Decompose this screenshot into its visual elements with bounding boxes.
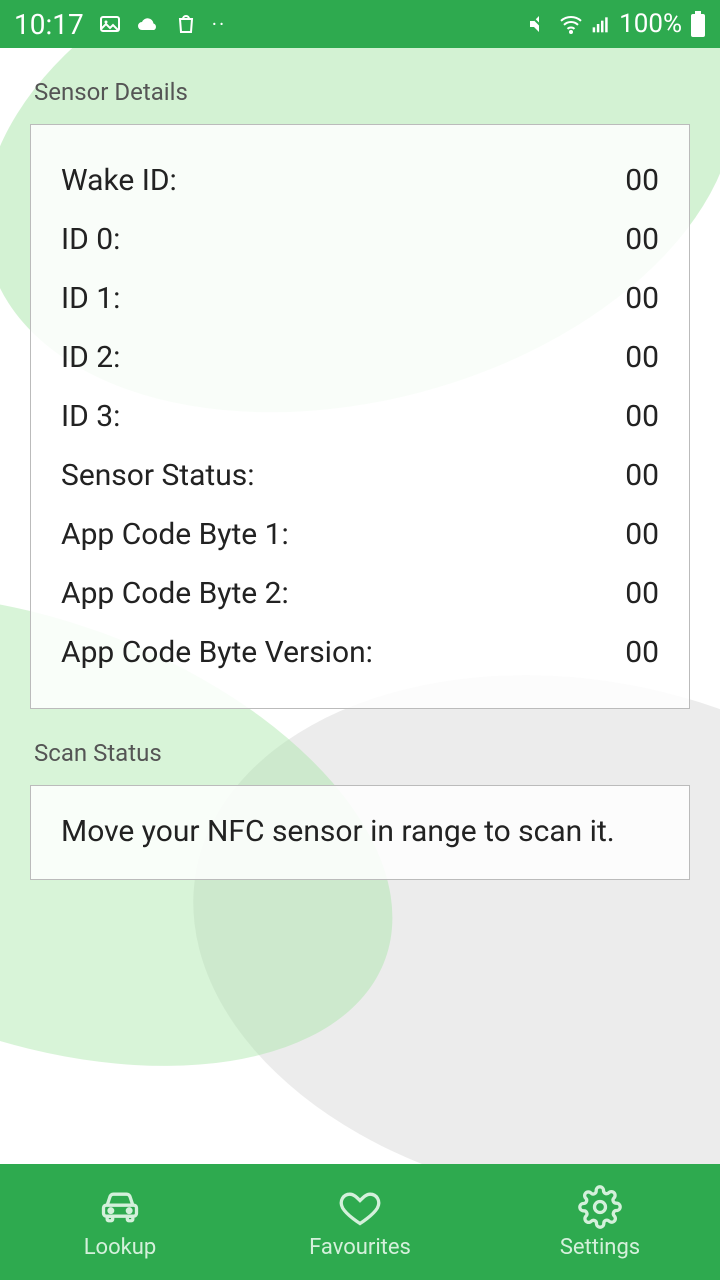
nav-favourites-label: Favourites xyxy=(309,1235,411,1260)
detail-row: Sensor Status: 00 xyxy=(61,446,659,505)
detail-row: ID 2: 00 xyxy=(61,328,659,387)
status-time: 10:17 xyxy=(14,8,84,41)
more-icon: ·· xyxy=(212,12,226,36)
detail-row: ID 1: 00 xyxy=(61,269,659,328)
picture-icon xyxy=(98,12,122,36)
nav-lookup[interactable]: Lookup xyxy=(0,1164,240,1280)
detail-row: App Code Byte 2: 00 xyxy=(61,564,659,623)
nav-settings-label: Settings xyxy=(560,1235,640,1260)
detail-row: App Code Byte 1: 00 xyxy=(61,505,659,564)
nav-favourites[interactable]: Favourites xyxy=(240,1164,480,1280)
detail-label: Wake ID: xyxy=(61,163,177,198)
detail-value: 00 xyxy=(625,517,659,552)
detail-label: App Code Byte 1: xyxy=(61,517,289,552)
detail-label: Sensor Status: xyxy=(61,458,255,493)
detail-value: 00 xyxy=(625,635,659,670)
detail-label: ID 2: xyxy=(61,340,120,375)
scan-status-card: Move your NFC sensor in range to scan it… xyxy=(30,785,690,880)
detail-value: 00 xyxy=(625,340,659,375)
detail-value: 00 xyxy=(625,576,659,611)
detail-label: ID 3: xyxy=(61,399,120,434)
battery-text: 100% xyxy=(619,9,682,39)
detail-label: App Code Byte Version: xyxy=(61,635,373,670)
scan-status-title: Scan Status xyxy=(34,739,690,767)
signal-icon xyxy=(591,14,611,34)
heart-icon xyxy=(338,1185,382,1229)
battery-icon xyxy=(690,11,706,37)
detail-row: App Code Byte Version: 00 xyxy=(61,623,659,682)
shopping-bag-icon xyxy=(174,12,198,36)
mute-icon xyxy=(527,12,551,36)
nav-lookup-label: Lookup xyxy=(84,1235,157,1260)
status-bar: 10:17 ·· 100% xyxy=(0,0,720,48)
detail-row: ID 0: 00 xyxy=(61,210,659,269)
sensor-details-card: Wake ID:00ID 0:00ID 1:00ID 2:00ID 3:00Se… xyxy=(30,124,690,709)
detail-label: ID 1: xyxy=(61,281,120,316)
detail-label: ID 0: xyxy=(61,222,120,257)
detail-value: 00 xyxy=(625,222,659,257)
detail-row: Wake ID: 00 xyxy=(61,151,659,210)
wifi-icon xyxy=(559,12,583,36)
detail-row: ID 3: 00 xyxy=(61,387,659,446)
car-icon xyxy=(98,1185,142,1229)
bottom-nav: Lookup Favourites Settings xyxy=(0,1164,720,1280)
detail-value: 00 xyxy=(625,458,659,493)
gear-icon xyxy=(578,1185,622,1229)
detail-label: App Code Byte 2: xyxy=(61,576,289,611)
nav-settings[interactable]: Settings xyxy=(480,1164,720,1280)
scan-status-message: Move your NFC sensor in range to scan it… xyxy=(61,812,659,853)
detail-value: 00 xyxy=(625,163,659,198)
cloud-icon xyxy=(136,12,160,36)
detail-value: 00 xyxy=(625,281,659,316)
detail-value: 00 xyxy=(625,399,659,434)
sensor-details-title: Sensor Details xyxy=(34,78,690,106)
